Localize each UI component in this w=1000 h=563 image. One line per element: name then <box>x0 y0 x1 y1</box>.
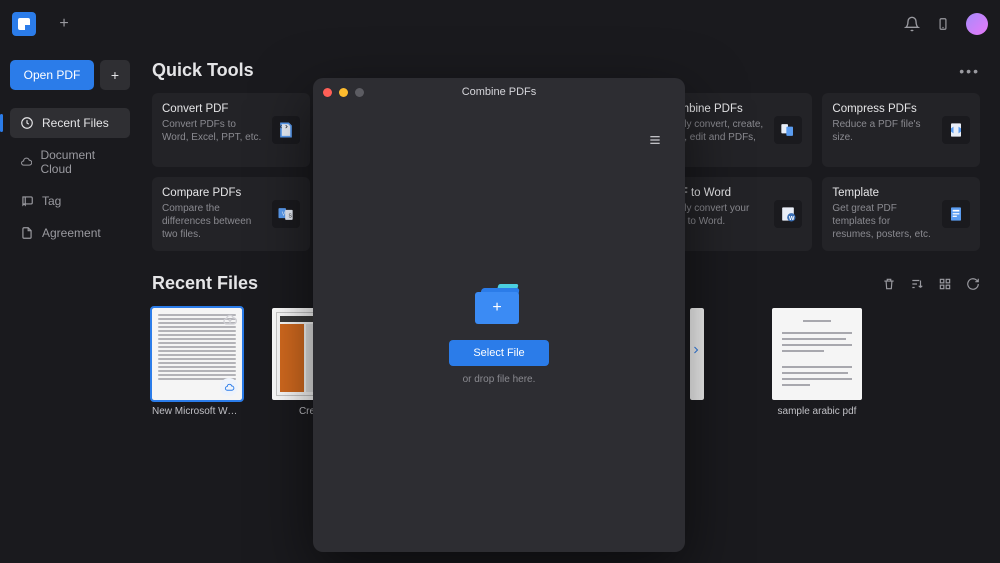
sidebar-item-tag[interactable]: Tag <box>10 186 130 216</box>
new-doc-button[interactable]: + <box>100 60 130 90</box>
thumbnail <box>772 308 862 400</box>
recent-label: sample arabic pdf <box>772 406 862 417</box>
convert-icon <box>272 116 300 144</box>
more-icon[interactable]: ••• <box>959 63 980 79</box>
cloud-upload-icon <box>222 312 238 328</box>
recent-item[interactable]: New Microsoft Wo… <box>152 308 242 417</box>
sort-icon[interactable] <box>910 277 924 291</box>
sidebar-item-label: Document Cloud <box>40 148 120 176</box>
svg-text:W: W <box>789 216 795 222</box>
phone-icon[interactable] <box>936 17 950 31</box>
delete-icon[interactable] <box>882 277 896 291</box>
tag-icon <box>20 194 34 208</box>
select-file-button[interactable]: Select File <box>449 340 548 366</box>
document-icon <box>20 226 34 240</box>
sidebar-item-label: Tag <box>42 194 61 208</box>
template-icon <box>942 200 970 228</box>
sidebar-item-label: Recent Files <box>42 116 109 130</box>
tool-desc: Reduce a PDF file's size. <box>832 118 934 144</box>
word-icon: W <box>774 200 802 228</box>
tool-title: Compare PDFs <box>162 187 264 199</box>
combine-icon <box>774 116 802 144</box>
new-tab-button[interactable]: + <box>52 12 76 36</box>
sidebar-item-label: Agreement <box>42 226 101 240</box>
cloud-icon <box>20 155 32 169</box>
tool-desc: Compare the differences between two file… <box>162 202 264 241</box>
combine-pdfs-modal: Combine PDFs + Select File or drop file … <box>313 78 685 552</box>
folder-add-icon: + <box>475 286 523 324</box>
open-pdf-button[interactable]: Open PDF <box>10 60 94 90</box>
bell-icon[interactable] <box>904 16 920 32</box>
quick-tools-title: Quick Tools <box>152 60 254 81</box>
tool-convert-pdf[interactable]: Convert PDF Convert PDFs to Word, Excel,… <box>152 93 310 167</box>
tool-title: Compress PDFs <box>832 103 934 115</box>
tool-title: Convert PDF <box>162 103 264 115</box>
sidebar-item-document-cloud[interactable]: Document Cloud <box>10 140 130 184</box>
app-logo <box>12 12 36 36</box>
sidebar-item-agreement[interactable]: Agreement <box>10 218 130 248</box>
tool-desc: Convert PDFs to Word, Excel, PPT, etc. <box>162 118 264 144</box>
tool-compare-pdfs[interactable]: Compare PDFs Compare the differences bet… <box>152 177 310 251</box>
thumbnail <box>152 308 242 400</box>
tool-compress-pdfs[interactable]: Compress PDFs Reduce a PDF file's size. <box>822 93 980 167</box>
sidebar: Open PDF + Recent Files Document Cloud T… <box>0 48 140 563</box>
drop-zone[interactable]: + Select File or drop file here. <box>449 119 548 552</box>
modal-titlebar: Combine PDFs <box>313 78 685 106</box>
modal-title: Combine PDFs <box>313 86 685 98</box>
refresh-icon[interactable] <box>966 277 980 291</box>
recent-label: New Microsoft Wo… <box>152 406 242 417</box>
titlebar: + <box>0 0 1000 48</box>
menu-icon[interactable] <box>647 132 663 153</box>
tool-desc: Get great PDF templates for resumes, pos… <box>832 202 934 241</box>
grid-icon[interactable] <box>938 277 952 291</box>
recent-files-title: Recent Files <box>152 273 258 294</box>
tool-title: Template <box>832 187 934 199</box>
cloud-badge-icon <box>220 378 238 396</box>
drop-hint-text: or drop file here. <box>463 374 536 385</box>
thumbnail <box>690 308 704 400</box>
tool-template[interactable]: Template Get great PDF templates for res… <box>822 177 980 251</box>
avatar[interactable] <box>966 13 988 35</box>
recent-item[interactable]: sample arabic pdf <box>772 308 862 417</box>
compress-icon <box>942 116 970 144</box>
clock-icon <box>20 116 34 130</box>
compare-icon: VS <box>272 200 300 228</box>
sidebar-item-recent-files[interactable]: Recent Files <box>10 108 130 138</box>
